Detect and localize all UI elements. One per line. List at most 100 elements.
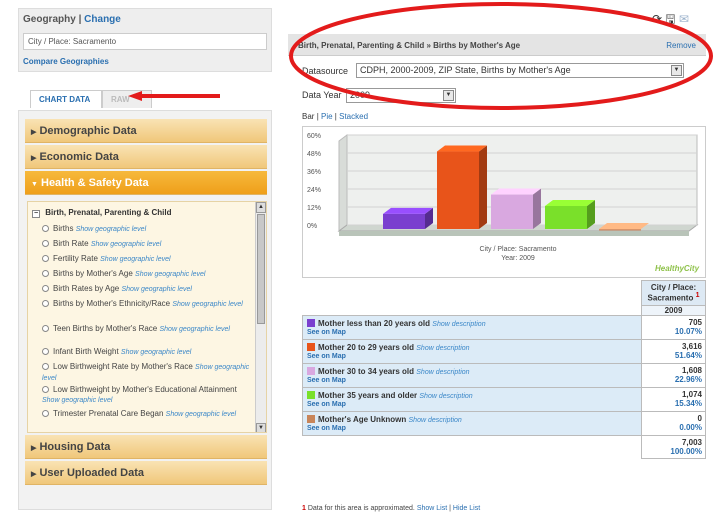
section-demographic[interactable]: ▶ Demographic Data [25, 119, 267, 143]
row-label-cell: Mother 30 to 34 years old Show descripti… [302, 362, 642, 388]
table-corner [303, 305, 642, 315]
table-row: Mother 30 to 34 years old Show descripti… [302, 362, 706, 388]
radio-icon[interactable] [42, 240, 49, 247]
show-list-link[interactable]: Show List [417, 505, 447, 512]
geography-box: Geography | Change City / Place: Sacrame… [18, 8, 272, 72]
total-label-cell [303, 435, 642, 458]
radio-icon[interactable] [42, 255, 49, 262]
see-on-map-link[interactable]: See on Map [307, 377, 637, 384]
row-value-cell: 3,616 51.64% [641, 338, 706, 364]
show-level-link[interactable]: Show geographic level [159, 326, 229, 333]
row-value-cell: 705 10.07% [641, 314, 706, 340]
table-row: Mother 35 years and older Show descripti… [302, 386, 706, 412]
show-description-link[interactable]: Show description [416, 345, 469, 352]
series-swatch [307, 414, 315, 423]
collapse-toggle-icon[interactable]: − [32, 210, 40, 218]
indicator-birth-rate[interactable]: Birth Rate Show geographic level [42, 239, 252, 250]
section-economic[interactable]: ▶ Economic Data [25, 145, 267, 169]
hide-list-link[interactable]: Hide List [453, 505, 480, 512]
indicator-births-ethnicity[interactable]: Births by Mother's Ethnicity/Race Show g… [42, 299, 252, 310]
row-count: 3,616 [681, 342, 702, 352]
see-on-map-link[interactable]: See on Map [307, 401, 637, 408]
chart-type-bar[interactable]: Bar [302, 112, 314, 121]
indicator-label: Low Birthweight Rate by Mother's Race [53, 362, 193, 371]
see-on-map-link[interactable]: See on Map [307, 425, 637, 432]
indicator-low-birthweight-race[interactable]: Low Birthweight Rate by Mother's Race Sh… [42, 362, 252, 384]
tab-chart-data[interactable]: CHART DATA [30, 90, 102, 108]
radio-icon[interactable] [42, 325, 49, 332]
show-description-link[interactable]: Show description [416, 369, 469, 376]
show-level-link[interactable]: Show geographic level [91, 241, 161, 248]
indicator-births[interactable]: Births Show geographic level [42, 224, 252, 235]
indicator-birth-rates-age[interactable]: Birth Rates by Age Show geographic level [42, 284, 252, 295]
indicator-infant-birth-weight[interactable]: Infant Birth Weight Show geographic leve… [42, 347, 252, 358]
geography-header: Geography | Change [23, 14, 121, 25]
show-level-link[interactable]: Show geographic level [100, 256, 170, 263]
scroll-thumb[interactable] [257, 214, 265, 324]
chart-type-pie[interactable]: Pie [321, 112, 333, 121]
series-swatch [307, 342, 315, 351]
y-tick-label: 24% [307, 187, 321, 194]
indicator-label: Birth Rate [53, 239, 89, 248]
see-on-map-link[interactable]: See on Map [307, 353, 637, 360]
show-level-link[interactable]: Show geographic level [42, 397, 112, 404]
indicator-births-mothers-age[interactable]: Births by Mother's Age Show geographic l… [42, 269, 252, 280]
geography-separator: | [78, 14, 82, 25]
row-value-cell: 1,608 22.96% [641, 362, 706, 388]
footnote-marker: 1 [302, 505, 306, 512]
scroll-up-icon[interactable]: ▲ [256, 202, 266, 213]
indicator-prenatal-care[interactable]: Trimester Prenatal Care Began Show geogr… [42, 409, 252, 420]
chart-caption: City / Place: Sacramento [479, 246, 556, 253]
category-header[interactable]: − Birth, Prenatal, Parenting & Child [32, 208, 171, 218]
indicator-label: Trimester Prenatal Care Began [53, 409, 164, 418]
footnote-text: Data for this area is approximated. [307, 505, 415, 512]
indicator-label: Birth Rates by Age [53, 284, 120, 293]
year-column-header: 2009 [641, 304, 706, 316]
show-level-link[interactable]: Show geographic level [122, 286, 192, 293]
show-description-link[interactable]: Show description [409, 417, 462, 424]
radio-icon[interactable] [42, 285, 49, 292]
indicator-fertility-rate[interactable]: Fertility Rate Show geographic level [42, 254, 252, 265]
section-health-safety[interactable]: ▼ Health & Safety Data [25, 171, 267, 195]
section-label: Demographic Data [39, 125, 137, 137]
scroll-down-icon[interactable]: ▼ [256, 423, 266, 432]
row-label: Mother's Age Unknown [318, 414, 407, 424]
indicator-teen-births[interactable]: Teen Births by Mother's Race Show geogra… [42, 324, 252, 335]
chart-type-sep: | [316, 112, 319, 121]
show-description-link[interactable]: Show description [432, 321, 485, 328]
health-safety-panel: − Birth, Prenatal, Parenting & Child Bir… [27, 201, 267, 433]
radio-icon[interactable] [42, 270, 49, 277]
show-level-link[interactable]: Show geographic level [166, 411, 236, 418]
section-housing[interactable]: ▶ Housing Data [25, 435, 267, 459]
show-level-link[interactable]: Show geographic level [76, 226, 146, 233]
radio-icon[interactable] [42, 300, 49, 307]
radio-icon[interactable] [42, 225, 49, 232]
row-value-cell: 1,074 15.34% [641, 386, 706, 412]
radio-icon[interactable] [42, 386, 49, 393]
show-description-link[interactable]: Show description [419, 393, 472, 400]
row-label-cell: Mother 20 to 29 years old Show descripti… [302, 338, 642, 364]
left-panel: Geography | Change City / Place: Sacrame… [0, 0, 276, 520]
collapse-arrow-icon: ▼ [31, 181, 38, 188]
selected-geography: City / Place: Sacramento [23, 33, 267, 50]
show-level-link[interactable]: Show geographic level [135, 271, 205, 278]
bar-top [491, 188, 541, 195]
chart-type-stacked[interactable]: Stacked [339, 112, 368, 121]
compare-geographies-link[interactable]: Compare Geographies [23, 57, 109, 66]
series-swatch [307, 318, 315, 327]
chart-type-links: Bar | Pie | Stacked [302, 112, 368, 121]
indicator-low-birthweight-education[interactable]: Low Birthweight by Mother's Educational … [42, 385, 252, 406]
show-level-link[interactable]: Show geographic level [121, 349, 191, 356]
section-user-uploaded[interactable]: ▶ User Uploaded Data [25, 461, 267, 485]
bar [545, 205, 587, 229]
radio-icon[interactable] [42, 348, 49, 355]
radio-icon[interactable] [42, 410, 49, 417]
category-title: Birth, Prenatal, Parenting & Child [45, 208, 172, 217]
change-geography-link[interactable]: Change [84, 14, 121, 25]
radio-icon[interactable] [42, 363, 49, 370]
see-on-map-link[interactable]: See on Map [307, 329, 637, 336]
panel-scrollbar[interactable]: ▲ ▼ [255, 202, 266, 432]
show-level-link[interactable]: Show geographic level [172, 301, 242, 308]
row-count: 1,074 [681, 390, 702, 400]
healthycity-logo: HealthyCity [655, 264, 700, 273]
